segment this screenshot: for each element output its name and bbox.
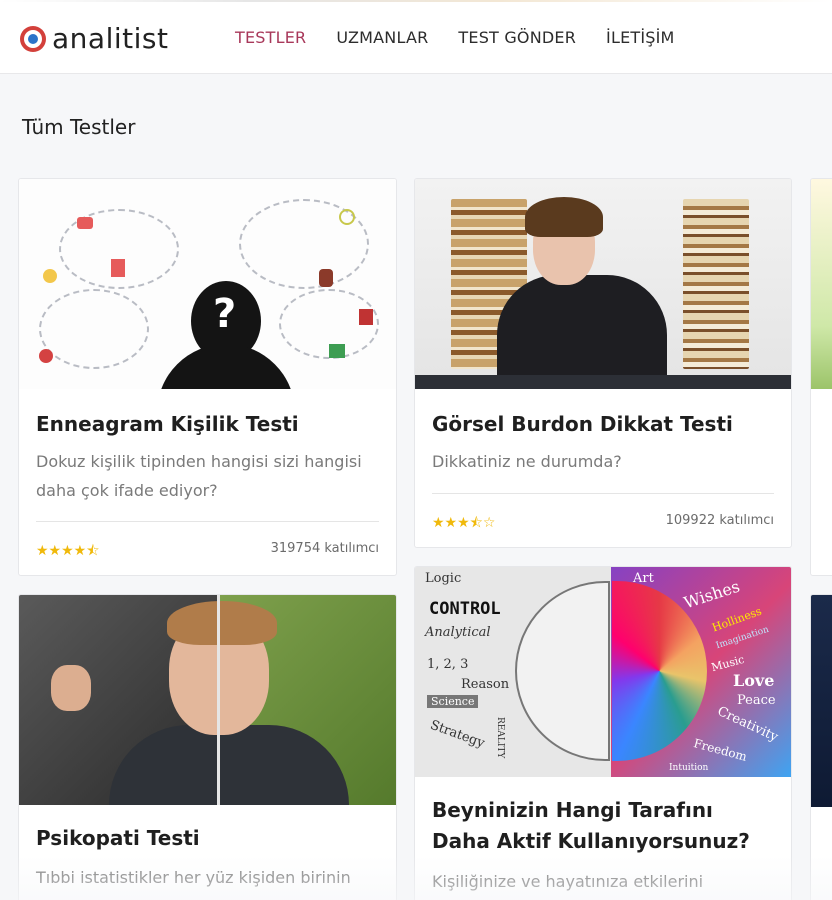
logo-text: analitist [52,22,169,55]
card-description: Dokuz kişilik tipinden hangisi sizi hang… [36,452,362,500]
card-title[interactable]: Beyninizin Hangi Tarafını Daha Aktif Kul… [432,795,777,857]
card-description: Dikkatiniz ne durumda? [432,452,622,471]
page-title: Tüm Testler [22,115,136,139]
card-description: Kişiliğinize ve hayatınıza etkilerini [432,872,704,891]
test-card-partial[interactable] [810,178,832,576]
fist-icon [51,665,91,711]
test-card-enneagram[interactable]: ? Enneagram Kişilik Testi Dokuz kişilik … [18,178,397,576]
card-divider [36,521,379,522]
participant-count: 319754 katılımcı [270,541,379,556]
doodle-icon [359,309,373,325]
hand-icon [319,269,333,287]
participant-count: 109922 katılımcı [665,513,774,528]
doodle-icon [77,217,93,229]
student-figure [497,275,667,389]
card-description: Tıbbi istatistikler her yüz kişiden biri… [36,868,351,887]
card-image [19,595,396,805]
nav-item-experts[interactable]: UZMANLAR [336,28,428,47]
card-divider [432,493,774,494]
header-accent-line [0,0,832,2]
test-card-partial[interactable] [810,594,832,900]
brain-left-icon [515,581,610,761]
card-image [415,179,791,389]
site-header: analitist TESTLER UZMANLAR TEST GÖNDER İ… [0,0,832,74]
doodle-icon [329,344,345,358]
card-image: Logic CONTROL Analytical 1, 2, 3 Reason … [415,567,791,777]
nav-item-submit-test[interactable]: TEST GÖNDER [458,28,576,47]
rating-stars: ★★★⯪☆ [432,515,496,531]
nav-item-tests[interactable]: TESTLER [235,28,306,47]
doodle-icon [39,349,53,363]
card-title[interactable]: Psikopati Testi [36,823,382,854]
card-title[interactable]: Görsel Burdon Dikkat Testi [432,409,777,440]
main-nav: TESTLER UZMANLAR TEST GÖNDER İLETİŞİM [235,28,705,47]
doodle-icon [111,259,125,277]
test-card-burdon[interactable]: Görsel Burdon Dikkat Testi Dikkatiniz ne… [414,178,792,548]
logo[interactable]: analitist [20,22,168,55]
card-title[interactable]: Enneagram Kişilik Testi [36,409,382,440]
nav-item-contact[interactable]: İLETİŞİM [606,28,675,47]
rating-stars: ★★★★⯪ [36,543,100,559]
logo-eye-icon [20,25,46,52]
doodle-icon [43,269,57,283]
test-card-brain-side[interactable]: Logic CONTROL Analytical 1, 2, 3 Reason … [414,566,792,900]
smiley-icon [339,209,355,225]
test-card-psychopathy[interactable]: Psikopati Testi Tıbbi istatistikler her … [18,594,397,900]
question-mark-icon: ? [213,291,237,337]
card-image: ? [19,179,396,389]
